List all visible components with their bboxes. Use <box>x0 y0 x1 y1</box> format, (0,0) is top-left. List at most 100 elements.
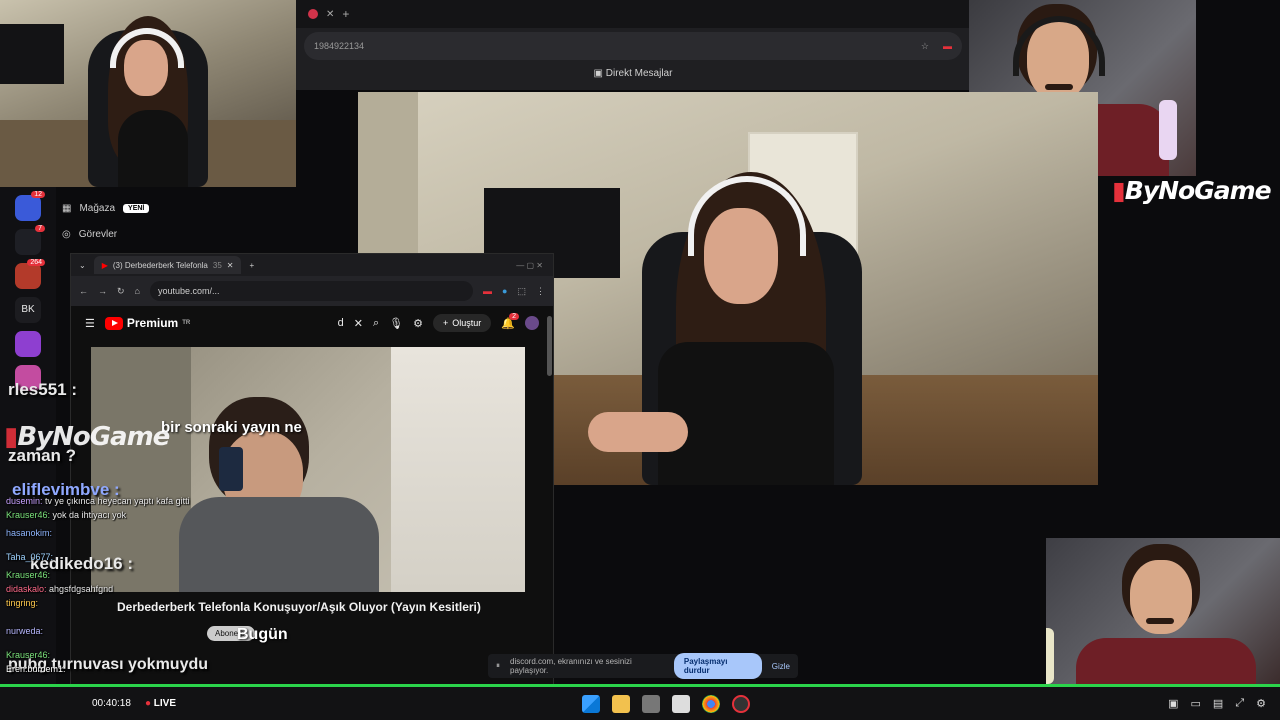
chat-overlay: rles551 : zaman ? eliflevimbve : kediked… <box>0 380 300 700</box>
chat-message: didaskalo: ahgsfdgsahfgnd <box>6 584 114 594</box>
taskbar: 00:40:18 ● LIVE ▣ ▭ ▤ ⤢ ⚙ <box>0 687 1280 720</box>
hamburger-icon[interactable]: ☰ <box>85 317 95 330</box>
windows-start-icon[interactable] <box>582 694 600 713</box>
search-icon[interactable]: ⌕ <box>373 317 379 330</box>
url-text: 1984922134 <box>314 41 365 51</box>
panel-title: ▣ Direkt Mesajlar <box>593 68 673 79</box>
menu-dots-icon[interactable]: ⋮ <box>536 286 545 297</box>
player-controls: ▣ ▭ ▤ ⤢ ⚙ <box>1168 697 1266 710</box>
miniplayer-icon[interactable]: ▣ <box>1168 697 1178 710</box>
avatar[interactable] <box>525 316 539 330</box>
file-explorer-icon[interactable] <box>612 694 630 713</box>
shirt <box>1076 638 1256 684</box>
reload-icon[interactable]: ↻ <box>117 286 125 297</box>
address-bar[interactable]: 1984922134 ☆ ▬ <box>304 32 962 60</box>
chat-message: Taha_0677: <box>6 552 54 562</box>
create-button[interactable]: + Oluştur <box>433 314 492 332</box>
yt-tabstrip: ⌄ ▶ (3) Derbederberk Telefonla 35 ✕ + — … <box>71 254 553 276</box>
address-bar-icons: ☆ ▬ <box>921 41 952 52</box>
stream-timer: 00:40:18 <box>92 698 131 709</box>
close-tab-icon[interactable]: ✕ <box>227 261 234 270</box>
chat-message: Krauser46: <box>6 650 51 660</box>
notepad-icon[interactable] <box>672 694 690 713</box>
menu-item-store[interactable]: ▦ Mağaza YENİ <box>56 195 176 221</box>
chat-message: tingring: <box>6 598 39 608</box>
yt-header: ☰ Premium TR d ✕ ⌕ 🎙 ⚙ + Oluştur 🔔 2 <box>71 306 553 340</box>
microphone-icon <box>1159 100 1177 160</box>
settings-icon[interactable] <box>642 694 660 713</box>
extensions-puzzle-icon[interactable]: ⬚ <box>517 286 526 297</box>
top <box>118 110 188 187</box>
top <box>658 342 834 485</box>
menu-item-quests[interactable]: ◎ Görevler <box>56 221 176 247</box>
yt-navbar: ← → ↻ ⌂ youtube.com/... ▬ ● ⬚ ⋮ <box>71 276 553 306</box>
app-icon-3[interactable]: 264 <box>15 259 45 289</box>
live-indicator: ● LIVE <box>144 698 176 709</box>
new-badge: YENİ <box>123 203 150 213</box>
extension-icon[interactable]: ▬ <box>943 41 952 52</box>
youtube-play-icon <box>104 316 123 330</box>
bynogame-mark-icon: ▮ <box>1112 176 1126 205</box>
mustache <box>1146 618 1174 624</box>
gear-icon[interactable]: ⚙ <box>1256 697 1266 710</box>
mic-icon[interactable]: 🎙 <box>389 317 403 330</box>
chat-message: Eren:burdem1: <box>6 664 66 674</box>
app-icon-4[interactable] <box>15 331 41 357</box>
mustache <box>1045 84 1073 90</box>
app-icon-2[interactable]: 7 <box>15 225 45 255</box>
taskbar-apps <box>576 694 756 713</box>
extension-icon[interactable]: ▬ <box>483 286 492 296</box>
live-dot-icon: ● <box>144 698 151 709</box>
close-tab-icon[interactable]: ✕ <box>326 9 334 20</box>
home-icon[interactable]: ⌂ <box>135 286 140 296</box>
gear-icon[interactable]: ⚙ <box>413 317 423 330</box>
hide-button[interactable]: Gizle <box>772 662 790 671</box>
curtain <box>391 347 525 592</box>
yt-address-bar[interactable]: youtube.com/... <box>149 281 474 301</box>
chat-message: Krauser46: yok da ihtiyacı yok <box>6 510 127 520</box>
app-icon-bk[interactable]: BK <box>15 297 41 323</box>
search-fragment[interactable]: d <box>338 317 344 329</box>
chrome-icon[interactable] <box>702 694 720 713</box>
tv-screen <box>0 24 64 84</box>
chat-message: nurweda: <box>6 626 44 636</box>
new-tab-icon[interactable]: + <box>249 261 254 270</box>
arm <box>588 412 688 452</box>
stop-sharing-button[interactable]: Paylaşmayı durdur <box>673 653 762 679</box>
scrollbar[interactable] <box>547 316 552 376</box>
chat-big-line: rles551 : <box>8 380 77 399</box>
screen-share-bar: ⏸ discord.com, ekranınızı ve sesinizi pa… <box>488 653 798 679</box>
microphone-icon <box>1046 628 1054 684</box>
left-menu: ▦ Mağaza YENİ ◎ Görevler <box>56 195 176 255</box>
bell-icon[interactable]: 🔔 2 <box>501 312 519 330</box>
quests-icon: ◎ <box>62 228 71 240</box>
forward-icon[interactable]: → <box>98 286 107 296</box>
chat-message: dusemin: tv ye çıkınca heyecan yaptı kaf… <box>6 496 190 506</box>
tab-search-icon[interactable]: ⌄ <box>79 261 86 270</box>
tab-favicon-icon <box>308 9 318 19</box>
window-controls[interactable]: — ▢ ✕ <box>516 261 543 270</box>
back-icon[interactable]: ← <box>79 286 88 296</box>
chat-messages: dusemin: tv ye çıkınca heyecan yaptı kaf… <box>6 494 190 676</box>
theater-icon[interactable]: ▭ <box>1191 697 1201 710</box>
clear-search-icon[interactable]: ✕ <box>354 317 363 330</box>
webcam-top-left <box>0 0 296 187</box>
yt-tab[interactable]: ▶ (3) Derbederberk Telefonla 35 ✕ <box>93 256 242 274</box>
fullscreen-icon[interactable]: ⤢ <box>1235 697 1244 710</box>
youtube-premium-logo[interactable]: Premium TR <box>104 316 190 330</box>
chat-message: Krauser46: <box>6 570 51 580</box>
clips-icon[interactable]: ▤ <box>1213 697 1223 710</box>
bynogame-logo: ▮ByNoGame <box>1112 176 1272 205</box>
webcam-bottom-right <box>1046 538 1280 684</box>
app-icon-taskbar[interactable] <box>732 694 750 713</box>
pause-icon: ⏸ <box>496 661 500 670</box>
browser-tabstrip: ✕ + <box>296 0 970 28</box>
inbox-icon: ▣ <box>593 68 603 79</box>
app-icon-1[interactable]: 12 <box>15 191 45 221</box>
chat-message: hasanokim: <box>6 528 53 538</box>
bookmark-star-icon[interactable]: ☆ <box>921 41 929 52</box>
shared-browser-top: ✕ + 1984922134 ☆ ▬ ▣ Direkt Mesajlar <box>296 0 970 90</box>
new-tab-icon[interactable]: + <box>342 7 349 21</box>
chat-big-line: zaman ? <box>8 446 77 465</box>
extension-icon-2[interactable]: ● <box>502 286 507 296</box>
